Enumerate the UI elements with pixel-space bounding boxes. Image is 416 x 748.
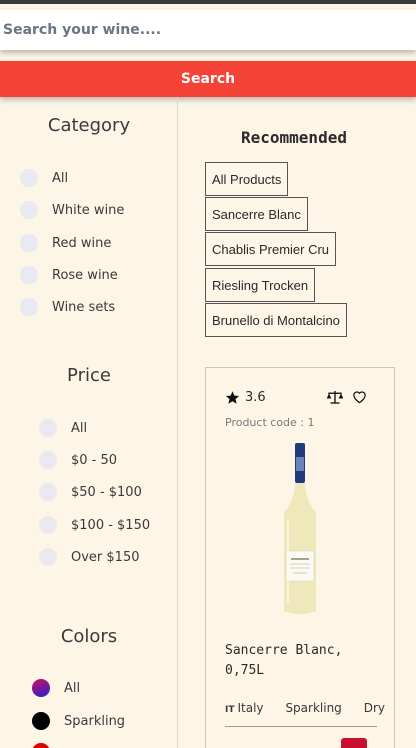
product-code: Product code : 1 bbox=[225, 416, 315, 429]
color-option-red[interactable] bbox=[32, 743, 64, 748]
radio-button[interactable] bbox=[20, 234, 38, 252]
radio-button[interactable] bbox=[39, 451, 57, 469]
price-title: Price bbox=[67, 365, 111, 386]
search-input[interactable] bbox=[0, 10, 416, 50]
chip-chablis-premier-cru[interactable]: Chablis Premier Cru bbox=[205, 232, 337, 266]
star-icon bbox=[225, 391, 240, 404]
radio-button[interactable] bbox=[20, 169, 38, 187]
radio-button[interactable] bbox=[39, 483, 57, 501]
category-option-rose-wine[interactable]: Rose wine bbox=[20, 266, 118, 284]
option-label: Red wine bbox=[52, 235, 112, 251]
category-option-wine-sets[interactable]: Wine sets bbox=[20, 298, 115, 316]
radio-button[interactable] bbox=[39, 419, 57, 437]
price-option-0-50[interactable]: $0 - 50 bbox=[39, 451, 117, 469]
category-option-white-wine[interactable]: White wine bbox=[20, 201, 124, 219]
color-option-all[interactable]: All bbox=[32, 679, 80, 697]
chip-riesling-trocken[interactable]: Riesling Trocken bbox=[205, 268, 316, 302]
country-label: Italy bbox=[237, 701, 264, 715]
radio-button[interactable] bbox=[20, 266, 38, 284]
product-type: Sparkling bbox=[285, 701, 342, 715]
compare-scale-icon[interactable] bbox=[326, 389, 344, 405]
chip-sancerre-blanc[interactable]: Sancerre Blanc bbox=[205, 197, 308, 231]
option-label: All bbox=[71, 420, 88, 436]
option-label: All bbox=[52, 170, 69, 186]
radio-button[interactable] bbox=[20, 201, 38, 219]
option-label: $100 - $150 bbox=[71, 517, 151, 533]
product-card[interactable]: 3.6 Product code : 1 Sancerre Blanc, 0,7… bbox=[205, 367, 395, 748]
option-label: White wine bbox=[52, 202, 125, 218]
category-option-red-wine[interactable]: Red wine bbox=[20, 234, 111, 252]
divider bbox=[225, 726, 377, 727]
option-label: Over $150 bbox=[71, 549, 140, 565]
add-to-cart-button[interactable] bbox=[341, 738, 367, 748]
radio-button[interactable] bbox=[20, 298, 38, 316]
price-option-50-100[interactable]: $50 - $100 bbox=[39, 483, 142, 501]
radio-button[interactable] bbox=[39, 548, 57, 566]
top-bar bbox=[0, 0, 416, 4]
option-label: Rose wine bbox=[52, 267, 118, 283]
option-label: $50 - $100 bbox=[71, 484, 142, 500]
filter-sidebar: Category All White wine Red wine Rose wi… bbox=[0, 97, 178, 748]
main-content: Recommended All Products Sancerre Blanc … bbox=[178, 97, 416, 748]
rating-value: 3.6 bbox=[245, 390, 266, 405]
chip-brunello-di-montalcino[interactable]: Brunello di Montalcino bbox=[205, 303, 347, 337]
color-swatch[interactable] bbox=[32, 712, 50, 730]
price-option-all[interactable]: All bbox=[39, 419, 87, 437]
recommended-title: Recommended bbox=[241, 128, 347, 147]
product-rating: 3.6 bbox=[225, 390, 266, 405]
search-button[interactable]: Search bbox=[0, 61, 416, 97]
colors-title: Colors bbox=[60, 626, 118, 647]
option-label: Wine sets bbox=[52, 299, 116, 315]
option-label: Sparkling bbox=[64, 713, 126, 729]
wine-bottle-image bbox=[284, 443, 316, 614]
category-title: Category bbox=[47, 115, 131, 136]
price-option-over-150[interactable]: Over $150 bbox=[39, 548, 140, 566]
color-swatch[interactable] bbox=[32, 679, 50, 697]
option-label: All bbox=[64, 680, 81, 696]
option-label: $0 - 50 bbox=[71, 452, 118, 468]
search-bar bbox=[0, 10, 416, 50]
chip-all-products[interactable]: All Products bbox=[205, 162, 289, 196]
category-option-all[interactable]: All bbox=[20, 169, 68, 187]
color-swatch[interactable] bbox=[32, 743, 50, 748]
product-name[interactable]: Sancerre Blanc, 0,75L bbox=[225, 641, 385, 681]
product-meta: IT Italy Sparkling Dry bbox=[225, 701, 385, 715]
country-code: IT bbox=[225, 705, 235, 715]
radio-button[interactable] bbox=[39, 516, 57, 534]
color-option-sparkling[interactable]: Sparkling bbox=[32, 712, 125, 730]
product-country: IT Italy bbox=[225, 701, 264, 715]
product-taste: Dry bbox=[363, 701, 385, 715]
heart-icon[interactable] bbox=[352, 390, 367, 404]
price-option-100-150[interactable]: $100 - $150 bbox=[39, 516, 150, 534]
